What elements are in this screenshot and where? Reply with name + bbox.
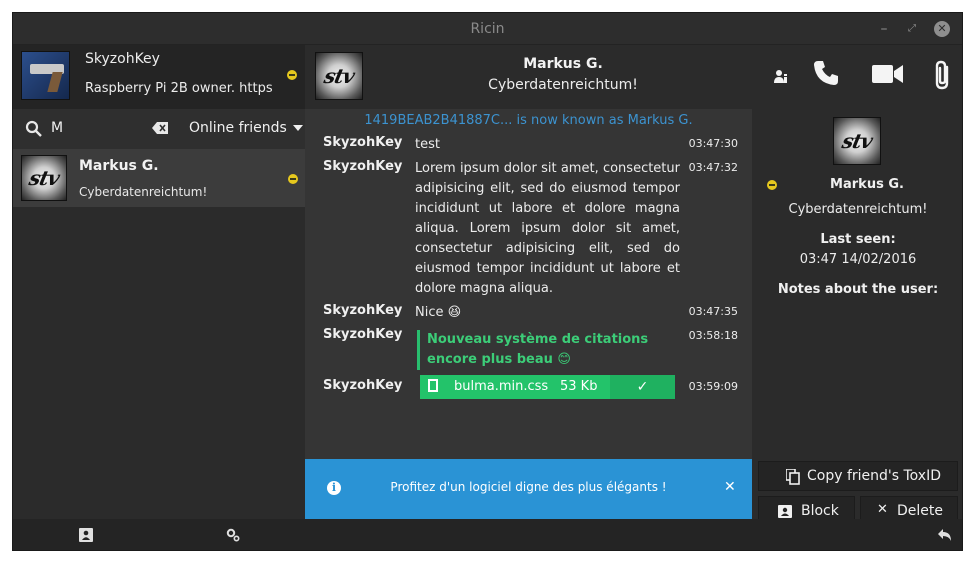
- message-time: 03:59:09: [688, 380, 738, 393]
- bottom-toolbar: [13, 519, 962, 550]
- file-size: 53 Kb: [560, 379, 598, 394]
- message-author: SkyzohKey: [323, 159, 403, 174]
- search-bar: Online friends: [13, 109, 305, 149]
- friend-list-item[interactable]: stv Markus G. Cyberdatenreichtum!: [13, 149, 305, 207]
- friend-info-presence-away-icon: [767, 180, 777, 190]
- friend-avatar: stv: [21, 155, 67, 201]
- message-time: 03:58:18: [688, 329, 738, 342]
- copy-toxid-label: Copy friend's ToxID: [807, 468, 942, 484]
- window-title: Ricin: [470, 21, 505, 37]
- app-window: Ricin – ⤢ ✕ SkyzohKey Raspberry Pi 2B ow…: [12, 12, 963, 551]
- chat-friend-status: Cyberdatenreichtum!: [488, 77, 638, 93]
- search-icon: [25, 120, 43, 138]
- message-author: SkyzohKey: [323, 327, 403, 342]
- message-time: 03:47:32: [688, 161, 738, 174]
- message-time: 03:47:30: [688, 137, 738, 150]
- last-seen-label: Last seen:: [820, 232, 896, 247]
- self-name[interactable]: SkyzohKey: [85, 51, 160, 67]
- reply-icon[interactable]: [937, 528, 953, 545]
- friend-list-panel: SkyzohKey Raspberry Pi 2B owner. https:/…: [13, 45, 305, 519]
- message-text: test: [415, 137, 440, 152]
- video-call-icon[interactable]: [872, 63, 904, 89]
- clear-search-icon[interactable]: [152, 122, 168, 134]
- friend-info-avatar: stv: [833, 117, 881, 165]
- friend-status-message: Cyberdatenreichtum!: [79, 185, 208, 199]
- message-time: 03:47:35: [688, 305, 738, 318]
- maximize-icon[interactable]: ⤢: [904, 21, 920, 37]
- search-input[interactable]: [51, 118, 141, 138]
- self-avatar[interactable]: [21, 51, 70, 100]
- chat-header: stv Markus G. Cyberdatenreichtum!: [305, 45, 962, 109]
- chat-messages[interactable]: 1419BEAB2B41887C... is now known as Mark…: [305, 109, 752, 459]
- message-author: SkyzohKey: [323, 135, 403, 150]
- file-transfer[interactable]: bulma.min.css 53 Kb ✓: [420, 375, 675, 399]
- chat-friend-name: Markus G.: [523, 56, 603, 72]
- delete-label: Delete: [897, 503, 943, 519]
- nickname-change-notice: 1419BEAB2B41887C... is now known as Mark…: [364, 113, 693, 128]
- add-contact-icon[interactable]: [79, 528, 93, 545]
- self-profile[interactable]: SkyzohKey Raspberry Pi 2B owner. https:/…: [13, 45, 305, 109]
- close-banner-icon[interactable]: ✕: [724, 479, 736, 495]
- copy-icon: [785, 468, 800, 489]
- message-quote: Nouveau système de citations encore plus…: [417, 330, 689, 370]
- message-author: SkyzohKey: [323, 378, 403, 393]
- settings-icon[interactable]: [226, 528, 240, 545]
- delete-icon: ✕: [877, 502, 888, 517]
- friend-info-icon[interactable]: [774, 69, 788, 89]
- friend-filter-label: Online friends: [189, 120, 287, 136]
- copy-toxid-button[interactable]: Copy friend's ToxID: [758, 461, 958, 491]
- friend-name: Markus G.: [79, 158, 159, 174]
- file-name: bulma.min.css: [454, 379, 549, 394]
- notification-banner: i Profitez d'un logiciel digne des plus …: [305, 459, 752, 519]
- friend-info-status: Cyberdatenreichtum!: [788, 202, 928, 217]
- minimize-icon[interactable]: –: [876, 21, 892, 37]
- last-seen-value: 03:47 14/02/2016: [799, 252, 917, 267]
- friend-info-name: Markus G.: [830, 177, 904, 192]
- friend-presence-away-icon: [288, 174, 298, 184]
- chevron-down-icon: [292, 125, 303, 131]
- self-presence-away-icon[interactable]: [287, 70, 297, 80]
- close-icon[interactable]: ✕: [934, 21, 950, 37]
- friend-info-panel: stv Markus G. Cyberdatenreichtum! Last s…: [752, 109, 962, 526]
- file-icon: [428, 379, 438, 392]
- self-status-message[interactable]: Raspberry Pi 2B owner. https://: [85, 81, 273, 96]
- block-label: Block: [801, 503, 839, 519]
- friend-filter-dropdown[interactable]: Online friends: [189, 120, 303, 136]
- message-author: SkyzohKey: [323, 303, 403, 318]
- title-bar: Ricin – ⤢ ✕: [13, 13, 962, 45]
- phone-icon[interactable]: [812, 59, 840, 91]
- notes-label: Notes about the user:: [777, 282, 939, 297]
- checkmark-icon[interactable]: ✓: [610, 375, 675, 399]
- message-text: Nice 😆: [415, 305, 462, 320]
- banner-text: Profitez d'un logiciel digne des plus él…: [390, 480, 667, 494]
- attachment-icon[interactable]: [933, 59, 953, 95]
- message-text: Lorem ipsum dolor sit amet, consectetur …: [415, 161, 680, 296]
